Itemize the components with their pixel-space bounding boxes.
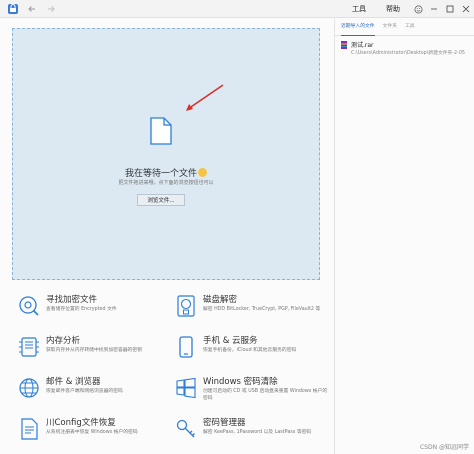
feature-title: 密码管理器 — [203, 418, 246, 428]
feature-title: 寻找加密文件 — [46, 295, 98, 305]
drop-subtitle: 把文件拖进来哦，点下面的浏览按钮也可以 — [118, 180, 214, 186]
browse-files-button[interactable]: 浏览文件... — [137, 194, 185, 206]
memory-icon — [19, 337, 39, 357]
disc-search-icon — [19, 296, 39, 316]
close-icon[interactable] — [458, 0, 474, 18]
menu-tools[interactable]: 工具 — [342, 0, 376, 18]
feature-disk-decrypt[interactable]: 磁盘解密 解密 HDD BitLocker, TrueCrypt, PGP, F… — [175, 293, 325, 331]
feature-desc: 解密 HDD BitLocker, TrueCrypt, PGP, FileVa… — [203, 307, 321, 312]
feature-title: 川Config文件恢复 — [46, 418, 116, 428]
forward-arrow-icon[interactable] — [44, 2, 58, 16]
watermark: CSDN @知远同学 — [419, 444, 469, 451]
minimize-icon[interactable] — [426, 0, 442, 18]
rar-archive-icon — [341, 41, 347, 49]
title-right: 工具 帮助 — [342, 0, 474, 18]
globe-mail-icon — [19, 378, 39, 398]
back-arrow-icon[interactable] — [25, 2, 39, 16]
feature-find-encrypted[interactable]: 寻找加密文件 查看储存位置的 Encrypted 文件 — [18, 293, 168, 331]
main-panel: 我在等待一个文件 把文件拖进来哦，点下面的浏览按钮也可以 浏览文件... 寻找加… — [0, 18, 334, 454]
feature-desc: 恢复手机备份，iCloud 和其他云服务的密码 — [203, 348, 297, 353]
feature-title: 磁盘解密 — [203, 295, 238, 305]
waiting-emoji-icon — [198, 168, 207, 177]
feature-mail-browser[interactable]: 邮件 & 浏览器 恢复邮件客户端和网络浏览器的密码 — [18, 375, 168, 413]
feature-password-manager[interactable]: 密码管理器 解密 KeePass, 1Password 以及 LastPass … — [175, 416, 325, 454]
feature-windows-password-reset[interactable]: Windows 密码清除 创建可启动的 CD 或 USB 启动盘来重置 Wind… — [175, 375, 328, 413]
title-left — [6, 2, 58, 16]
maximize-icon[interactable] — [442, 0, 458, 18]
disk-lock-icon — [177, 295, 195, 317]
side-panel: 近期导入的文件 文件夹 工具 测试.rar C:\Users\Administr… — [334, 18, 474, 454]
feature-memory-analysis[interactable]: 内存分析 获取内存并从内存转储中找到加密容器的密钥 — [18, 334, 168, 372]
menu-help[interactable]: 帮助 — [376, 0, 410, 18]
tab-tools[interactable]: 工具 — [405, 18, 415, 36]
title-bar: 工具 帮助 — [0, 0, 474, 18]
side-tabs: 近期导入的文件 文件夹 工具 — [335, 18, 474, 36]
document-icon — [150, 117, 172, 145]
recent-file-path: C:\Users\Administrator\Desktop\新建文件夹-2-0… — [351, 51, 465, 56]
file-drop-zone[interactable]: 我在等待一个文件 把文件拖进来哦，点下面的浏览按钮也可以 浏览文件... — [12, 28, 320, 280]
tab-folders[interactable]: 文件夹 — [383, 18, 397, 36]
feature-title: Windows 密码清除 — [203, 377, 278, 387]
feature-desc: 查看储存位置的 Encrypted 文件 — [46, 307, 117, 312]
smiley-icon[interactable] — [410, 0, 426, 18]
tab-recent-files[interactable]: 近期导入的文件 — [341, 18, 375, 36]
feature-title: 手机 & 云服务 — [203, 336, 258, 346]
feature-config-recovery[interactable]: 川Config文件恢复 从系统注册表中恢复 Windows 帐户的密码 — [18, 416, 168, 454]
phone-icon — [179, 336, 193, 358]
recent-file-name: 测试.rar — [351, 42, 374, 49]
feature-title: 内存分析 — [46, 336, 81, 346]
keys-icon — [176, 419, 195, 438]
feature-mobile-cloud[interactable]: 手机 & 云服务 恢复手机备份，iCloud 和其他云服务的密码 — [175, 334, 325, 372]
feature-desc: 获取内存并从内存转储中找到加密容器的密钥 — [46, 348, 142, 353]
drop-title: 我在等待一个文件 — [13, 166, 319, 179]
feature-desc: 从系统注册表中恢复 Windows 帐户的密码 — [46, 430, 138, 435]
app-logo-icon — [6, 2, 20, 16]
feature-desc: 解密 KeePass, 1Password 以及 LastPass 等密码 — [203, 430, 312, 435]
pointer-arrow-icon — [186, 84, 224, 111]
windows-icon — [176, 377, 196, 399]
config-file-icon — [21, 418, 38, 440]
feature-title: 邮件 & 浏览器 — [46, 377, 101, 387]
feature-desc: 创建可启动的 CD 或 USB 启动盘来重置 Windows 帐户的密码 — [203, 389, 328, 401]
feature-desc: 恢复邮件客户端和网络浏览器的密码 — [46, 389, 123, 394]
